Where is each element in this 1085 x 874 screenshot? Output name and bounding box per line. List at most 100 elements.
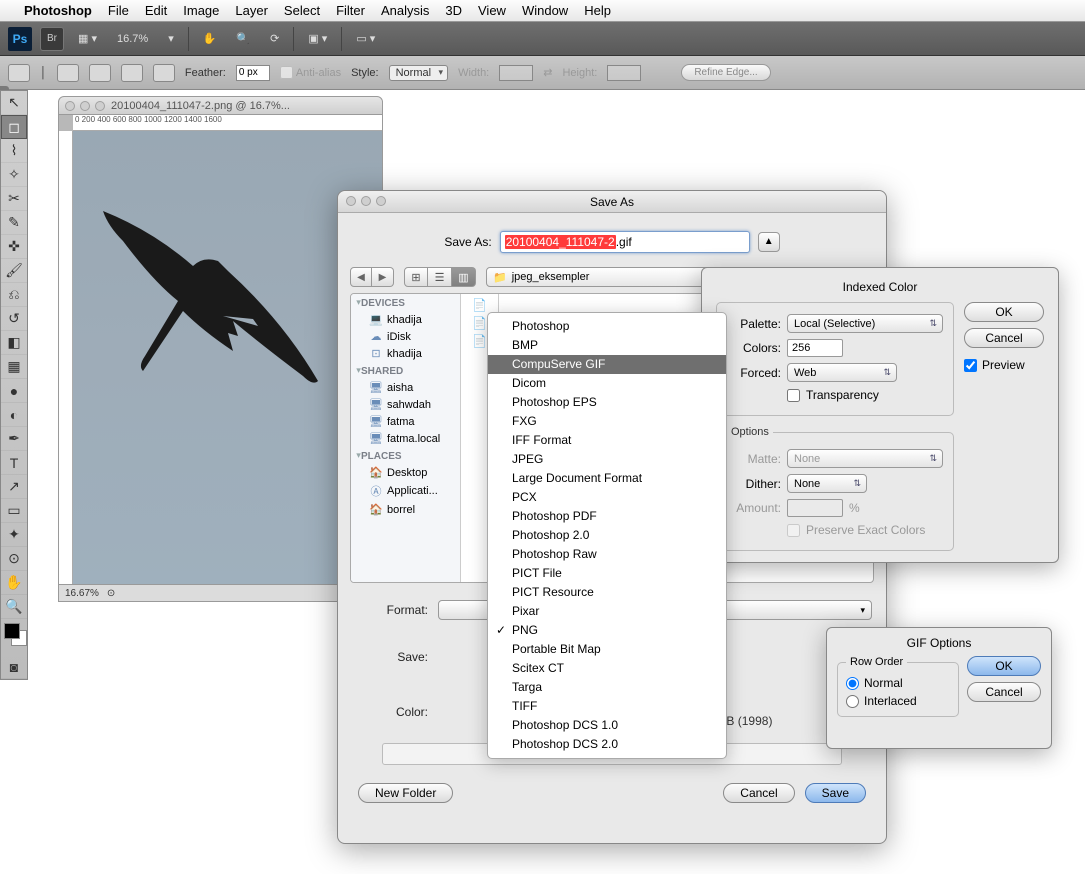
ok-button[interactable]: OK <box>967 656 1041 676</box>
nav-buttons[interactable]: ◀▶ <box>350 267 394 287</box>
menu-file[interactable]: File <box>108 3 129 18</box>
ps-icon[interactable]: Ps <box>8 27 32 51</box>
sidebar-item[interactable]: 🖥sahwdah <box>351 396 460 413</box>
format-item[interactable]: Photoshop EPS <box>488 393 726 412</box>
format-item[interactable]: TIFF <box>488 697 726 716</box>
feather-input[interactable] <box>236 65 270 81</box>
menu-app[interactable]: Photoshop <box>24 3 92 18</box>
history-brush-icon[interactable]: ↺ <box>1 307 27 331</box>
eraser-tool-icon[interactable]: ◧ <box>1 331 27 355</box>
format-item[interactable]: FXG <box>488 412 726 431</box>
filename-input[interactable]: 20100404_111047-2.gif <box>500 231 750 253</box>
hand-tool-icon[interactable]: ✋ <box>1 571 27 595</box>
close-icon[interactable] <box>65 101 75 111</box>
dither-select[interactable]: None <box>787 474 867 493</box>
menu-analysis[interactable]: Analysis <box>381 3 429 18</box>
normal-radio[interactable] <box>846 677 859 690</box>
bridge-icon[interactable]: Br <box>40 27 64 51</box>
format-item[interactable]: Photoshop 2.0 <box>488 526 726 545</box>
format-item[interactable]: Large Document Format <box>488 469 726 488</box>
brush-tool-icon[interactable]: 🖌 <box>1 259 27 283</box>
path-tool-icon[interactable]: ↗ <box>1 475 27 499</box>
cancel-button[interactable]: Cancel <box>964 328 1044 348</box>
close-icon[interactable] <box>346 196 356 206</box>
format-item[interactable]: PICT Resource <box>488 583 726 602</box>
healing-tool-icon[interactable]: ✜ <box>1 235 27 259</box>
zoom-level[interactable]: 16.7% <box>111 31 154 47</box>
3d-tool-icon[interactable]: ✦ <box>1 523 27 547</box>
format-item[interactable]: JPEG <box>488 450 726 469</box>
menu-filter[interactable]: Filter <box>336 3 365 18</box>
format-item[interactable]: CompuServe GIF <box>488 355 726 374</box>
sidebar-item[interactable]: 🖥fatma.local <box>351 430 460 447</box>
format-item[interactable]: BMP <box>488 336 726 355</box>
sidebar-item[interactable]: 🖥fatma <box>351 413 460 430</box>
eyedropper-tool-icon[interactable]: ✎ <box>1 211 27 235</box>
devices-header[interactable]: DEVICES <box>351 294 460 311</box>
intersect-selection-icon[interactable] <box>153 64 175 82</box>
marquee-tool-icon[interactable]: ◻ <box>1 115 27 139</box>
blur-tool-icon[interactable]: ● <box>1 379 27 403</box>
sidebar-item[interactable]: ☁iDisk <box>351 328 460 345</box>
zoom-status[interactable]: 16.67% <box>65 588 99 599</box>
quickmask-icon[interactable]: ◙ <box>1 655 27 679</box>
view-mode-icon[interactable]: ▦ ▾ <box>72 30 103 47</box>
hand-tool-icon[interactable]: ✋ <box>197 30 223 47</box>
palette-select[interactable]: Local (Selective) <box>787 314 943 333</box>
pen-tool-icon[interactable]: ✒ <box>1 427 27 451</box>
format-item[interactable]: PCX <box>488 488 726 507</box>
format-item[interactable]: Photoshop DCS 2.0 <box>488 735 726 754</box>
view-mode-buttons[interactable]: ⊞☰▥ <box>404 267 476 287</box>
sidebar-item[interactable]: 🖥aisha <box>351 379 460 396</box>
format-item[interactable]: Photoshop Raw <box>488 545 726 564</box>
format-item[interactable]: Pixar <box>488 602 726 621</box>
preview-checkbox[interactable] <box>964 359 977 372</box>
forced-select[interactable]: Web <box>787 363 897 382</box>
cancel-button[interactable]: Cancel <box>967 682 1041 702</box>
info-icon[interactable]: ⊙ <box>107 588 115 599</box>
format-item[interactable]: Photoshop <box>488 317 726 336</box>
menu-image[interactable]: Image <box>183 3 219 18</box>
marquee-tool-preset[interactable] <box>8 64 30 82</box>
interlaced-radio[interactable] <box>846 695 859 708</box>
format-item[interactable]: Photoshop DCS 1.0 <box>488 716 726 735</box>
zoom-tool-icon[interactable]: 🔍 <box>230 30 256 47</box>
canvas[interactable] <box>73 131 382 584</box>
rotate-icon[interactable]: ⟳ <box>264 30 285 47</box>
sidebar-item[interactable]: 🏠borrel <box>351 501 460 518</box>
format-item[interactable]: Scitex CT <box>488 659 726 678</box>
lasso-tool-icon[interactable]: ⌇ <box>1 139 27 163</box>
zoom-tool-icon[interactable]: 🔍 <box>1 595 27 619</box>
3d-camera-icon[interactable]: ⊙ <box>1 547 27 571</box>
zoom-icon[interactable] <box>95 101 105 111</box>
colors-input[interactable] <box>787 339 843 357</box>
menu-help[interactable]: Help <box>584 3 611 18</box>
transparency-checkbox[interactable] <box>787 389 800 402</box>
new-selection-icon[interactable] <box>57 64 79 82</box>
gradient-tool-icon[interactable]: ▦ <box>1 355 27 379</box>
menu-layer[interactable]: Layer <box>235 3 268 18</box>
dialog-titlebar[interactable]: Save As <box>338 191 886 213</box>
add-selection-icon[interactable] <box>89 64 111 82</box>
format-item[interactable]: Targa <box>488 678 726 697</box>
crop-tool-icon[interactable]: ✂ <box>1 187 27 211</box>
save-button[interactable]: Save <box>805 783 866 803</box>
format-item[interactable]: Photoshop PDF <box>488 507 726 526</box>
style-select[interactable]: Normal <box>389 65 448 81</box>
new-folder-button[interactable]: New Folder <box>358 783 453 803</box>
refine-edge-button[interactable]: Refine Edge... <box>681 64 770 81</box>
color-swatch[interactable] <box>1 619 27 655</box>
minimize-icon[interactable] <box>361 196 371 206</box>
zoom-icon[interactable] <box>376 196 386 206</box>
menu-edit[interactable]: Edit <box>145 3 167 18</box>
shared-header[interactable]: SHARED <box>351 362 460 379</box>
format-item[interactable]: PICT File <box>488 564 726 583</box>
arrange-icon[interactable]: ▣ ▾ <box>302 30 333 47</box>
shape-tool-icon[interactable]: ▭ <box>1 499 27 523</box>
stamp-tool-icon[interactable]: ⎌ <box>1 283 27 307</box>
cancel-button[interactable]: Cancel <box>723 783 794 803</box>
menu-3d[interactable]: 3D <box>445 3 462 18</box>
ok-button[interactable]: OK <box>964 302 1044 322</box>
places-header[interactable]: PLACES <box>351 447 460 464</box>
menu-window[interactable]: Window <box>522 3 568 18</box>
